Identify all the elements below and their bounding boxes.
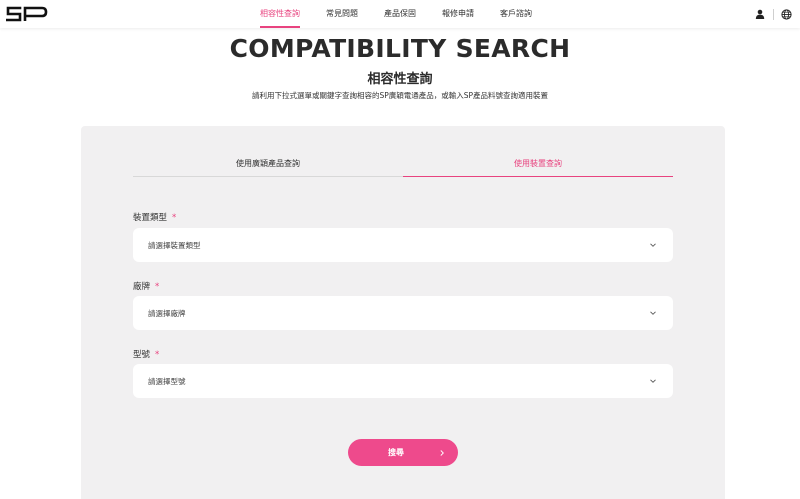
nav-divider [773,9,774,20]
user-icon[interactable] [755,9,765,19]
brand-label: 廠牌 * [133,280,159,292]
nav-warranty[interactable]: 產品保固 [384,8,416,19]
required-mark: * [155,350,160,360]
tab-product-search[interactable]: 使用廣穎產品查詢 [133,151,403,177]
device-type-select[interactable]: 請選擇裝置類型 [133,228,673,262]
chevron-down-icon [650,379,656,383]
page-title: COMPATIBILITY SEARCH [229,34,571,63]
model-placeholder: 請選擇型號 [148,377,186,386]
required-mark: * [155,282,160,292]
nav-compatibility-search[interactable]: 相容性查詢 [260,8,300,28]
model-label: 型號 * [133,348,159,360]
top-navigation-bar: 相容性查詢 常見問題 產品保固 報修申請 客戶諮詢 [0,0,800,28]
model-select[interactable]: 請選擇型號 [133,364,673,398]
nav-customer-inquiry[interactable]: 客戶諮詢 [500,8,532,19]
nav-faq[interactable]: 常見問題 [326,8,358,19]
search-mode-tabs: 使用廣穎產品查詢 使用裝置查詢 [133,151,673,177]
tab-device-search[interactable]: 使用裝置查詢 [403,151,673,177]
brand-select[interactable]: 請選擇廠牌 [133,296,673,330]
model-label-text: 型號 [133,350,151,360]
globe-icon[interactable] [781,9,792,20]
page-subtitle-zh: 相容性查詢 [367,72,433,87]
nav-repair-request[interactable]: 報修申請 [442,8,474,19]
brand-placeholder: 請選擇廠牌 [148,309,186,318]
device-type-placeholder: 請選擇裝置類型 [148,241,201,250]
device-type-label: 裝置類型 * [133,211,176,223]
chevron-down-icon [650,243,656,247]
search-button-label: 搜尋 [388,448,404,457]
main-nav: 相容性查詢 常見問題 產品保固 報修申請 客戶諮詢 [0,0,800,28]
required-mark: * [172,213,177,223]
chevron-down-icon [650,311,656,315]
device-type-label-text: 裝置類型 [133,213,168,223]
brand-label-text: 廠牌 [133,282,151,292]
chevron-right-icon [440,450,444,456]
page-description: 請利用下拉式選單或關鍵字查詢相容的SP廣穎電通產品，或輸入SP產品料號查詢適用裝… [251,91,549,100]
